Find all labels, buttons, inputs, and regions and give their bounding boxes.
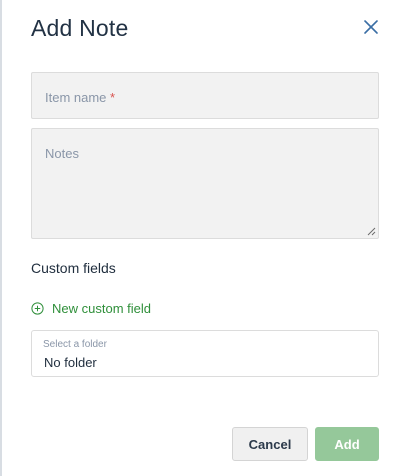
item-name-placeholder: Item name * xyxy=(45,90,116,105)
notes-textarea[interactable]: Notes xyxy=(31,128,379,239)
custom-fields-heading: Custom fields xyxy=(31,260,116,276)
cancel-button[interactable]: Cancel xyxy=(232,427,308,461)
required-marker: * xyxy=(110,90,116,105)
notes-placeholder: Notes xyxy=(45,146,79,161)
new-custom-field-label: New custom field xyxy=(52,300,151,316)
add-button[interactable]: Add xyxy=(315,427,379,461)
close-icon-glyph xyxy=(364,20,378,34)
plus-circle-icon xyxy=(31,301,44,315)
dialog-title: Add Note xyxy=(31,15,129,41)
close-icon[interactable] xyxy=(362,18,380,36)
new-custom-field-button[interactable]: New custom field xyxy=(31,299,151,317)
add-note-dialog: Add Note Item name * Notes Custom fields… xyxy=(0,0,408,476)
resize-handle-icon[interactable] xyxy=(366,226,376,236)
item-name-input[interactable]: Item name * xyxy=(31,72,379,119)
folder-select-caption: Select a folder xyxy=(43,339,107,350)
folder-select[interactable]: Select a folder No folder xyxy=(31,330,379,377)
folder-select-value: No folder xyxy=(44,355,97,370)
